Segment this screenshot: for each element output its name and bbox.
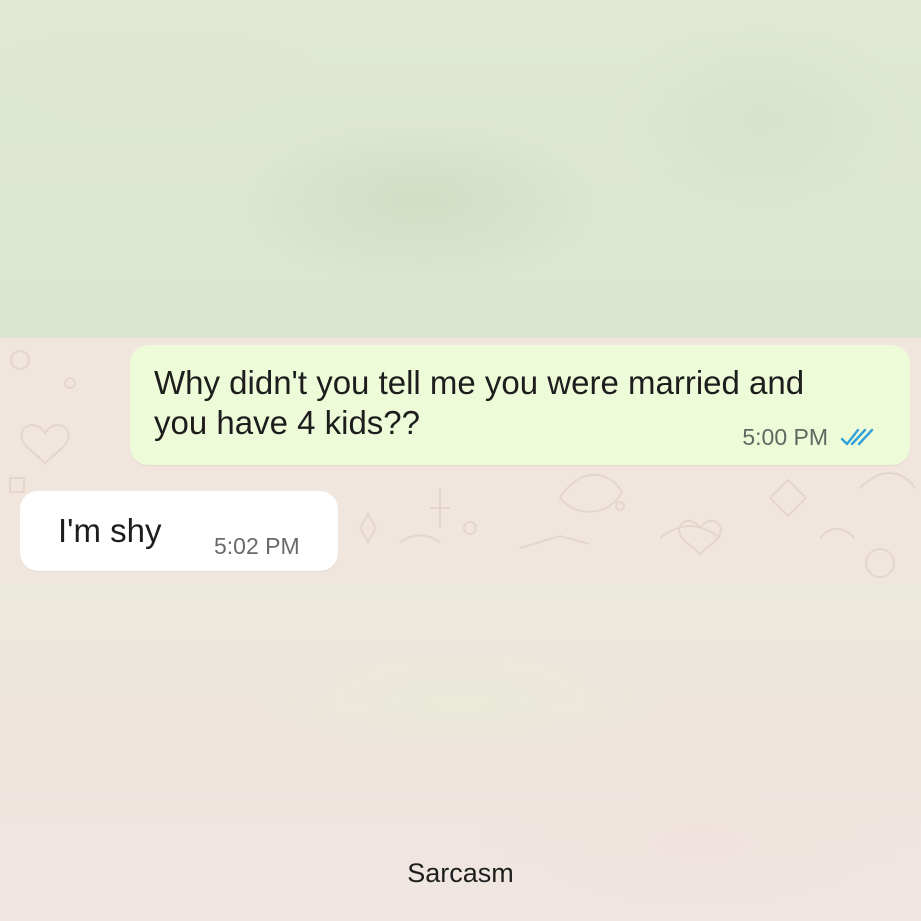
incoming-message-bubble[interactable]: I'm shy 5:02 PM xyxy=(20,491,338,571)
outgoing-message-meta: 5:00 PM xyxy=(742,424,874,451)
incoming-message-meta: 5:02 PM xyxy=(214,533,300,560)
outgoing-message-time: 5:00 PM xyxy=(742,424,828,450)
blurred-top-background xyxy=(0,0,921,338)
outgoing-message-bubble[interactable]: Why didn't you tell me you were married … xyxy=(130,345,910,465)
incoming-message-time: 5:02 PM xyxy=(214,533,300,559)
double-check-icon xyxy=(840,428,874,445)
screenshot-page: Why didn't you tell me you were married … xyxy=(0,0,921,921)
incoming-message-text: I'm shy xyxy=(58,512,162,549)
caption-text: Sarcasm xyxy=(407,858,514,888)
